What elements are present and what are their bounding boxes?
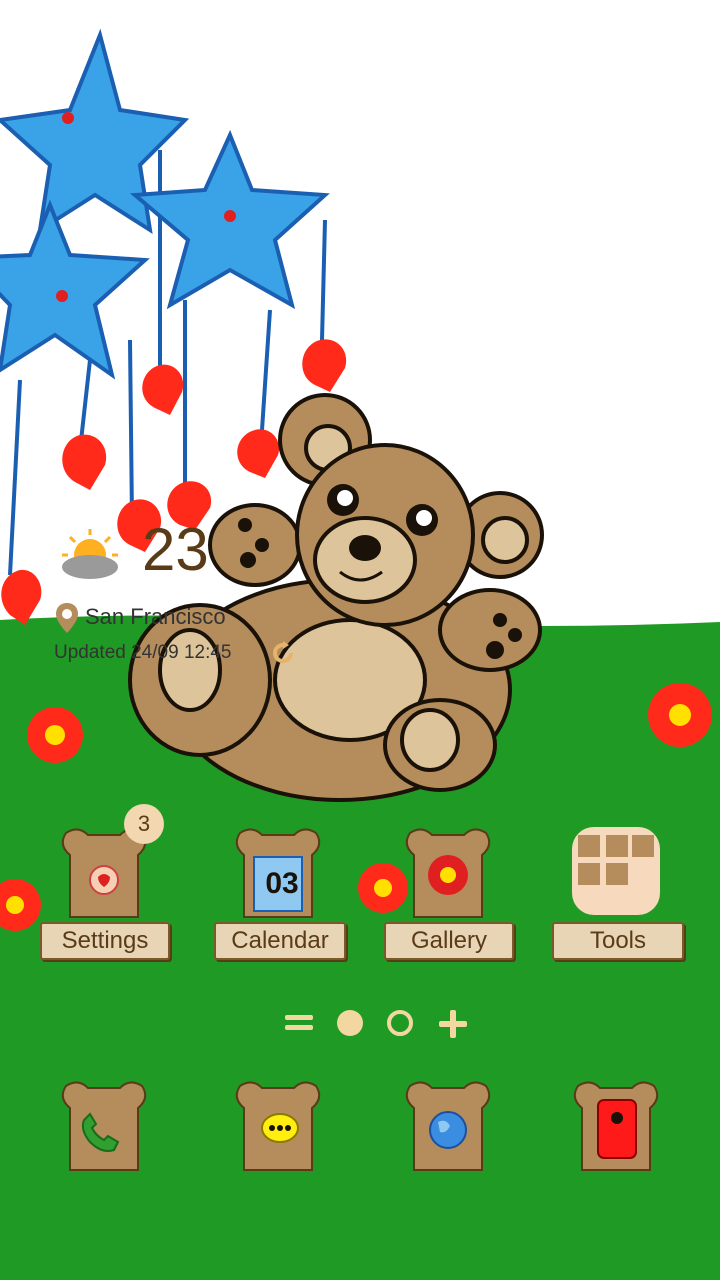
camera-icon	[573, 1081, 659, 1171]
folder-icon	[572, 827, 660, 915]
gallery-icon	[405, 828, 491, 918]
dock-messages[interactable]	[232, 1078, 324, 1173]
notification-badge: 3	[124, 804, 164, 844]
page-indicator-menu-icon[interactable]	[283, 1010, 315, 1036]
app-label-gallery: Gallery	[384, 922, 514, 960]
app-gallery[interactable]: Gallery	[384, 825, 514, 960]
page-indicator-active-dot[interactable]	[335, 1008, 365, 1038]
weather-location: San Francisco	[85, 604, 226, 629]
dock-internet[interactable]	[402, 1078, 494, 1173]
calendar-day: 03	[265, 867, 299, 900]
app-label-tools: Tools	[552, 922, 684, 960]
app-calendar[interactable]: 03 Calendar	[214, 825, 346, 960]
location-pin-icon	[56, 603, 78, 633]
add-page-icon[interactable]	[437, 1008, 469, 1040]
sun-cloud-icon	[62, 529, 118, 579]
phone-icon	[61, 1081, 147, 1171]
refresh-icon[interactable]	[270, 640, 296, 666]
weather-temperature: 23	[142, 516, 209, 583]
app-label-settings: Settings	[40, 922, 170, 960]
message-icon	[235, 1081, 321, 1171]
app-settings[interactable]: Settings	[40, 825, 170, 960]
page-indicator-dot[interactable]	[385, 1008, 415, 1038]
app-tools-folder[interactable]: Tools	[552, 825, 684, 960]
weather-updated-time: Updated 24/09 12:45	[54, 642, 232, 663]
dock-camera[interactable]	[570, 1078, 662, 1173]
app-label-calendar: Calendar	[214, 922, 346, 960]
globe-icon	[405, 1081, 491, 1171]
dock-phone[interactable]	[58, 1078, 150, 1173]
